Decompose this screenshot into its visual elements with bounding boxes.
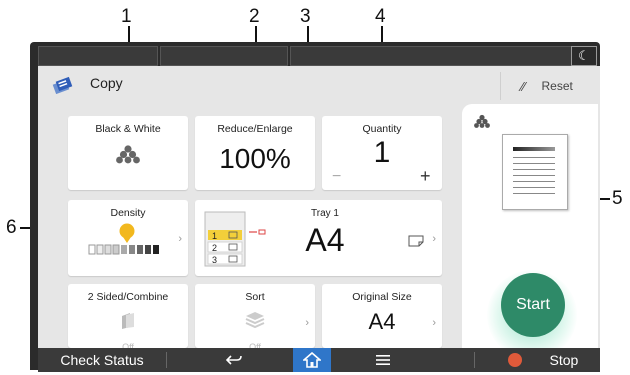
document-preview-thumbnail[interactable] bbox=[502, 134, 568, 210]
chevron-right-icon: › bbox=[432, 233, 436, 245]
preview-text-line bbox=[513, 163, 555, 164]
toner-dots-icon bbox=[116, 145, 140, 164]
quantity-decrease-button[interactable]: − bbox=[332, 168, 341, 186]
quantity-label: Quantity bbox=[362, 123, 402, 135]
paper-size-value: A4 bbox=[305, 222, 345, 258]
duplex-icon bbox=[122, 313, 134, 329]
sided-combine-tile[interactable]: 2 Sided/Combine Off bbox=[68, 284, 188, 348]
check-status-button[interactable]: Check Status bbox=[38, 348, 166, 372]
bottom-divider bbox=[166, 352, 167, 368]
quantity-increase-button[interactable]: + bbox=[420, 166, 431, 187]
color-mode-tile[interactable]: Black & White bbox=[68, 116, 188, 190]
stop-label: Stop bbox=[549, 352, 579, 368]
tray-1-number: 1 bbox=[212, 231, 218, 241]
menu-icon bbox=[376, 355, 390, 365]
paper-select-tile[interactable]: 1 2 3 Tray 1 A4 › bbox=[195, 200, 442, 276]
preview-text-line bbox=[513, 157, 555, 158]
toner-dots-icon bbox=[474, 114, 490, 128]
tray-2-number: 2 bbox=[212, 243, 218, 253]
copy-app-icon bbox=[52, 76, 73, 94]
preview-text-line bbox=[513, 175, 555, 176]
preview-text-line bbox=[513, 181, 555, 182]
home-icon bbox=[301, 351, 323, 368]
back-button[interactable] bbox=[214, 348, 254, 372]
preview-header-bar bbox=[513, 147, 555, 151]
quantity-value: 1 bbox=[373, 136, 391, 169]
reset-label: Reset bbox=[541, 79, 573, 93]
system-bar bbox=[38, 46, 600, 66]
original-size-value: A4 bbox=[368, 309, 396, 334]
app-header: Copy ⁄⁄ Reset bbox=[38, 66, 600, 104]
preview-text-line bbox=[513, 193, 555, 194]
preview-text-line bbox=[513, 169, 555, 170]
chevron-right-icon: › bbox=[432, 317, 436, 329]
preview-text-line bbox=[513, 187, 555, 188]
density-tile[interactable]: Density › bbox=[68, 200, 188, 276]
home-button[interactable] bbox=[293, 348, 331, 372]
paper-orientation-icon bbox=[408, 235, 424, 247]
original-size-label: Original Size bbox=[352, 291, 412, 303]
density-label: Density bbox=[110, 207, 146, 219]
original-size-tile[interactable]: Original Size A4 › bbox=[322, 284, 442, 348]
density-level-icon bbox=[88, 223, 159, 255]
callout-4: 4 bbox=[375, 6, 386, 27]
callout-1: 1 bbox=[121, 6, 132, 27]
sort-stack-icon bbox=[245, 312, 265, 329]
bottom-divider bbox=[474, 352, 475, 368]
callout-2: 2 bbox=[249, 6, 260, 27]
callout-5: 5 bbox=[612, 188, 623, 209]
color-mode-label: Black & White bbox=[95, 123, 161, 135]
energy-saver-icon[interactable]: ☾ bbox=[571, 46, 597, 66]
sort-label: Sort bbox=[245, 291, 265, 303]
chevron-right-icon: › bbox=[178, 233, 182, 245]
back-arrow-icon bbox=[225, 355, 242, 365]
reduce-enlarge-value: 100% bbox=[219, 143, 291, 174]
reset-button[interactable]: ⁄⁄ Reset bbox=[500, 72, 593, 100]
tray-3-number: 3 bbox=[212, 255, 218, 265]
stop-icon bbox=[507, 353, 522, 367]
reduce-enlarge-label: Reduce/Enlarge bbox=[217, 123, 293, 135]
menu-button[interactable] bbox=[368, 348, 398, 372]
start-button[interactable]: Start bbox=[501, 273, 565, 337]
sort-tile[interactable]: Sort › Off bbox=[195, 284, 315, 348]
callout-3: 3 bbox=[300, 6, 311, 27]
app-title: Copy bbox=[90, 75, 123, 91]
quantity-tile[interactable]: Quantity 1 − + bbox=[322, 116, 442, 190]
chevron-right-icon: › bbox=[305, 317, 309, 329]
callout-6: 6 bbox=[6, 217, 17, 238]
reset-icon: ⁄⁄ bbox=[521, 78, 526, 94]
stop-button[interactable]: Stop bbox=[488, 348, 598, 372]
sided-combine-label: 2 Sided/Combine bbox=[87, 291, 169, 303]
reduce-enlarge-tile[interactable]: Reduce/Enlarge 100% bbox=[195, 116, 315, 190]
bottom-bar: Check Status Stop bbox=[38, 348, 600, 372]
tray-label: Tray 1 bbox=[311, 208, 339, 219]
